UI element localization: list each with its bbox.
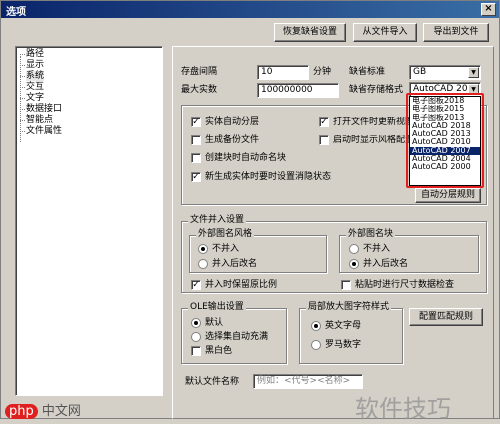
entity-auto-layer-checkbox[interactable]: ✓ bbox=[191, 117, 201, 127]
watermark-site: 中文网 bbox=[41, 404, 81, 419]
default-standard-label: 缺省标准 bbox=[349, 67, 386, 77]
max-undo-input[interactable]: 100000000 bbox=[257, 83, 339, 98]
title-bar: 选项 × bbox=[1, 1, 499, 18]
format-option[interactable]: AutoCAD 2018 bbox=[410, 122, 480, 130]
backup-file-checkbox[interactable] bbox=[191, 135, 201, 145]
block-merge-rename-label: 并入后改名 bbox=[363, 259, 409, 269]
format-option[interactable]: AutoCAD 2013 bbox=[410, 130, 480, 138]
new-entity-hidden-label: 新生成实体时要时设置消隐状态 bbox=[205, 172, 332, 182]
config-match-rules-button[interactable]: 配置匹配规则 bbox=[409, 308, 483, 326]
keep-scale-checkbox[interactable]: ✓ bbox=[191, 280, 201, 290]
ole-auto-fill-radio[interactable] bbox=[191, 332, 201, 342]
ole-output-title: OLE输出设置 bbox=[188, 302, 246, 313]
tree-item-file-properties[interactable]: 文件属性 bbox=[19, 126, 62, 137]
default-format-label: 缺省存储格式 bbox=[349, 85, 404, 95]
new-entity-hidden-checkbox[interactable]: ✓ bbox=[191, 172, 201, 182]
open-file-update-checkbox[interactable]: ✓ bbox=[319, 117, 329, 127]
external-style-title: 外部图名风格 bbox=[196, 229, 255, 240]
block-auto-name-checkbox[interactable] bbox=[191, 153, 201, 163]
paste-dim-check-label: 粘贴时进行尺寸数据检查 bbox=[355, 280, 455, 290]
options-dialog: 选项 × 恢复缺省设置 从文件导入 导出到文件 路径 显示 系统 交互 文字 数… bbox=[0, 0, 500, 423]
format-option[interactable]: 电子图板2015 bbox=[410, 105, 480, 113]
local-zoom-group: 局部放大图字符样式 bbox=[299, 302, 403, 364]
default-filename-label: 默认文件名称 bbox=[185, 377, 240, 387]
tree-item-smart-point[interactable]: 智能点 bbox=[19, 115, 53, 126]
ole-auto-fill-label: 选择集自动充满 bbox=[205, 332, 269, 342]
default-filename-input[interactable]: 例如：<代号><名称> bbox=[253, 374, 363, 389]
external-block-group: 外部图名块 bbox=[339, 229, 479, 273]
ole-black-white-checkbox[interactable] bbox=[191, 346, 201, 356]
auto-layer-rules-button[interactable]: 自动分层规则 bbox=[415, 188, 481, 203]
english-letters-radio[interactable] bbox=[311, 321, 321, 331]
save-interval-label: 存盘间隔 bbox=[181, 67, 218, 77]
entity-auto-layer-label: 实体自动分层 bbox=[205, 117, 260, 127]
format-option[interactable]: AutoCAD 2000 bbox=[410, 163, 480, 171]
save-interval-input[interactable]: 10 bbox=[257, 65, 309, 80]
format-option[interactable]: 电子图板2018 bbox=[410, 97, 480, 105]
style-no-merge-label: 不并入 bbox=[212, 244, 240, 254]
format-option-selected[interactable]: AutoCAD 2007 bbox=[410, 146, 480, 156]
tree-item-interaction[interactable]: 交互 bbox=[19, 82, 44, 93]
format-option[interactable]: AutoCAD 2010 bbox=[410, 138, 480, 146]
english-letters-label: 英文字母 bbox=[325, 321, 362, 331]
default-format-select[interactable]: AutoCAD 2007 ▼ bbox=[409, 82, 481, 97]
external-block-title: 外部图名块 bbox=[346, 229, 396, 240]
tree-item-data-interface[interactable]: 数据接口 bbox=[19, 104, 62, 115]
ole-default-radio[interactable] bbox=[191, 318, 201, 328]
backup-file-label: 生成备份文件 bbox=[205, 135, 260, 145]
block-merge-rename-radio[interactable] bbox=[349, 259, 359, 269]
block-no-merge-radio[interactable] bbox=[349, 244, 359, 254]
block-no-merge-label: 不并入 bbox=[363, 244, 391, 254]
restore-defaults-button[interactable]: 恢复缺省设置 bbox=[274, 23, 346, 42]
tree-item-system[interactable]: 系统 bbox=[19, 71, 45, 82]
local-zoom-title: 局部放大图字符样式 bbox=[306, 302, 392, 313]
chevron-down-icon[interactable]: ▼ bbox=[468, 67, 479, 78]
tree-item-display[interactable]: 显示 bbox=[19, 60, 44, 71]
max-undo-label: 最大实数 bbox=[181, 85, 218, 95]
roman-numerals-radio[interactable] bbox=[311, 340, 321, 350]
save-interval-unit: 分钟 bbox=[313, 67, 332, 77]
window-title: 选项 bbox=[6, 7, 26, 18]
export-to-file-button[interactable]: 导出到文件 bbox=[423, 23, 489, 42]
format-option[interactable]: AutoCAD 2004 bbox=[410, 155, 480, 163]
tree-connector bbox=[20, 56, 21, 142]
block-auto-name-label: 创建块时自动命名块 bbox=[205, 153, 287, 163]
options-tree: 路径 显示 系统 交互 文字 数据接口 智能点 文件属性 bbox=[15, 46, 163, 396]
ole-black-white-label: 黑白色 bbox=[205, 346, 233, 356]
import-from-file-button[interactable]: 从文件导入 bbox=[353, 23, 417, 42]
style-merge-rename-radio[interactable] bbox=[198, 259, 208, 269]
keep-scale-label: 并入时保留原比例 bbox=[205, 280, 278, 290]
external-style-group: 外部图名风格 bbox=[189, 229, 327, 273]
watermark-logo: php 中文网 bbox=[5, 400, 81, 419]
style-merge-rename-label: 并入后改名 bbox=[212, 259, 258, 269]
auto-show-style-checkbox[interactable] bbox=[319, 135, 329, 145]
php-logo: php bbox=[5, 404, 38, 419]
paste-dim-check-checkbox[interactable] bbox=[341, 280, 351, 290]
close-button[interactable]: × bbox=[481, 3, 496, 16]
open-file-update-label: 打开文件时更新视图 bbox=[333, 117, 409, 127]
merge-settings-title: 文件并入设置 bbox=[188, 215, 247, 226]
format-option[interactable]: 电子图板2013 bbox=[410, 114, 480, 122]
ole-default-label: 默认 bbox=[205, 318, 224, 328]
format-dropdown-list: 电子图板2018 电子图板2015 电子图板2013 AutoCAD 2018 … bbox=[409, 96, 481, 186]
chevron-down-icon[interactable]: ▼ bbox=[468, 84, 479, 95]
tree-item-text[interactable]: 文字 bbox=[19, 93, 44, 104]
roman-numerals-label: 罗马数字 bbox=[325, 340, 362, 350]
style-no-merge-radio[interactable] bbox=[198, 244, 208, 254]
auto-show-style-label: 启动时显示风格配置 bbox=[333, 135, 409, 145]
tree-item-path[interactable]: 路径 bbox=[19, 49, 44, 60]
default-standard-select[interactable]: GB ▼ bbox=[409, 65, 481, 80]
